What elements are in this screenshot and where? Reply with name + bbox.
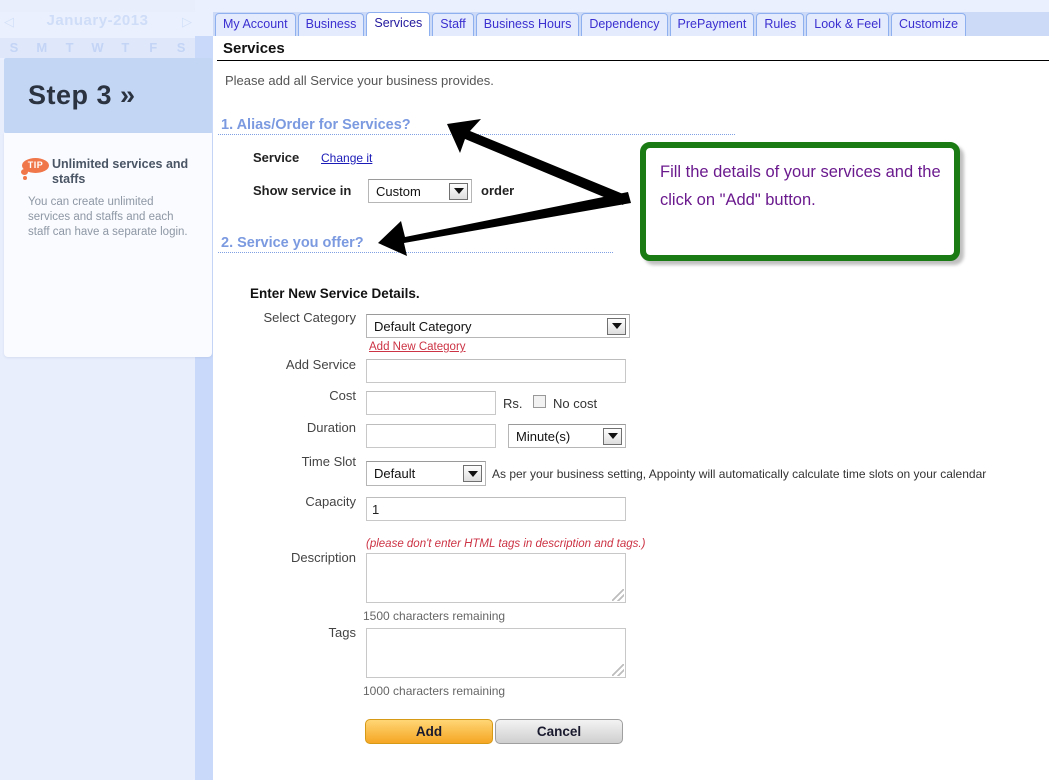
cancel-button[interactable]: Cancel: [495, 719, 623, 744]
page-intro-text: Please add all Service your business pro…: [225, 73, 494, 88]
tab-my-account[interactable]: My Account: [215, 13, 296, 36]
cost-input[interactable]: [366, 391, 496, 415]
chevron-down-icon: [463, 465, 482, 482]
tip-heading: Unlimited services and staffs: [52, 157, 189, 186]
change-it-link[interactable]: Change it: [321, 151, 372, 165]
section1-divider: [218, 134, 735, 135]
no-cost-label: No cost: [553, 396, 598, 411]
tab-look-and-feel[interactable]: Look & Feel: [806, 13, 889, 36]
tip-body-text: You can create unlimited services and st…: [28, 196, 188, 238]
add-button[interactable]: Add: [365, 719, 493, 744]
calendar-day-initial: M: [36, 40, 48, 55]
sidebar-divider-band-top: [195, 0, 213, 36]
calendar-day-initial: F: [149, 40, 158, 55]
service-order-value: Custom: [376, 183, 421, 199]
calendar-day-initial: T: [121, 40, 130, 55]
duration-unit-select[interactable]: Minute(s): [508, 424, 626, 448]
calendar-day-initial: S: [176, 40, 186, 55]
instruction-callout: Fill the details of your services and th…: [640, 142, 960, 261]
time-slot-value: Default: [374, 466, 416, 481]
select-category-label: Select Category: [263, 310, 357, 325]
calendar-month-label: January-2013: [46, 12, 149, 29]
category-select[interactable]: Default Category: [366, 314, 630, 338]
tab-services[interactable]: Services: [366, 12, 431, 36]
add-service-label: Add Service: [285, 357, 356, 372]
calendar-next-icon[interactable]: ▷: [182, 14, 192, 30]
time-slot-note: As per your business setting, Appointy w…: [492, 467, 987, 481]
duration-label: Duration: [306, 420, 356, 435]
step-title: Step 3 »: [28, 80, 136, 110]
tab-dependency[interactable]: Dependency: [581, 13, 668, 36]
tab-rules[interactable]: Rules: [756, 13, 805, 36]
main-content: My Account Business Services Staff Busin…: [213, 0, 1049, 780]
chevron-down-icon: [607, 317, 626, 335]
cost-label: Cost: [329, 388, 356, 403]
calendar-day-initial: S: [9, 40, 19, 55]
service-alias-label: Service: [253, 150, 300, 165]
form-heading: Enter New Service Details.: [250, 286, 420, 301]
instruction-callout-text: Fill the details of your services and th…: [660, 163, 941, 209]
add-service-input[interactable]: [366, 359, 626, 383]
tab-bar: My Account Business Services Staff Busin…: [215, 12, 968, 36]
tab-prepayment[interactable]: PrePayment: [669, 13, 755, 36]
calendar-day-initial: T: [65, 40, 74, 55]
tags-textarea[interactable]: [366, 628, 626, 678]
chevron-down-icon: [449, 182, 468, 200]
chevron-down-icon: [603, 427, 622, 445]
no-cost-checkbox[interactable]: [533, 395, 546, 408]
tabstrip-background-top: [213, 0, 1049, 12]
tab-customize[interactable]: Customize: [891, 13, 967, 36]
resize-grip-icon[interactable]: [612, 589, 624, 601]
resize-grip-icon[interactable]: [612, 664, 624, 676]
time-slot-select[interactable]: Default: [366, 461, 486, 486]
add-new-category-link[interactable]: Add New Category: [369, 341, 466, 353]
calendar-day-headers: S M T W T F S: [0, 38, 195, 58]
tip-badge-icon: TIP: [22, 158, 49, 173]
description-label: Description: [290, 550, 356, 565]
page-title: Services: [223, 40, 285, 57]
tab-staff[interactable]: Staff: [432, 13, 474, 36]
page-title-divider: [217, 60, 1049, 61]
section-heading-service-you-offer[interactable]: 2. Service you offer?: [221, 235, 364, 251]
capacity-input[interactable]: [366, 497, 626, 521]
tags-label: Tags: [328, 625, 356, 640]
description-textarea[interactable]: [366, 553, 626, 603]
tags-characters-remaining: 1000 characters remaining: [363, 684, 506, 698]
duration-input[interactable]: [366, 424, 496, 448]
order-suffix-label: order: [481, 183, 515, 198]
show-service-in-label: Show service in: [253, 183, 352, 198]
description-characters-remaining: 1500 characters remaining: [363, 609, 506, 623]
section-heading-alias-order[interactable]: 1. Alias/Order for Services?: [221, 117, 411, 133]
duration-unit-value: Minute(s): [516, 428, 571, 444]
currency-label: Rs.: [503, 396, 523, 411]
tip-bullet-small-icon: [23, 176, 27, 180]
calendar-day-initial: W: [91, 40, 104, 55]
capacity-label: Capacity: [305, 494, 356, 509]
service-order-select[interactable]: Custom: [368, 179, 472, 203]
description-warning-note: (please don't enter HTML tags in descrip…: [366, 538, 646, 550]
time-slot-label: Time Slot: [301, 454, 356, 469]
category-value: Default Category: [374, 318, 472, 334]
section2-divider: [218, 252, 613, 253]
tab-business[interactable]: Business: [297, 13, 365, 36]
tab-business-hours[interactable]: Business Hours: [475, 13, 580, 36]
